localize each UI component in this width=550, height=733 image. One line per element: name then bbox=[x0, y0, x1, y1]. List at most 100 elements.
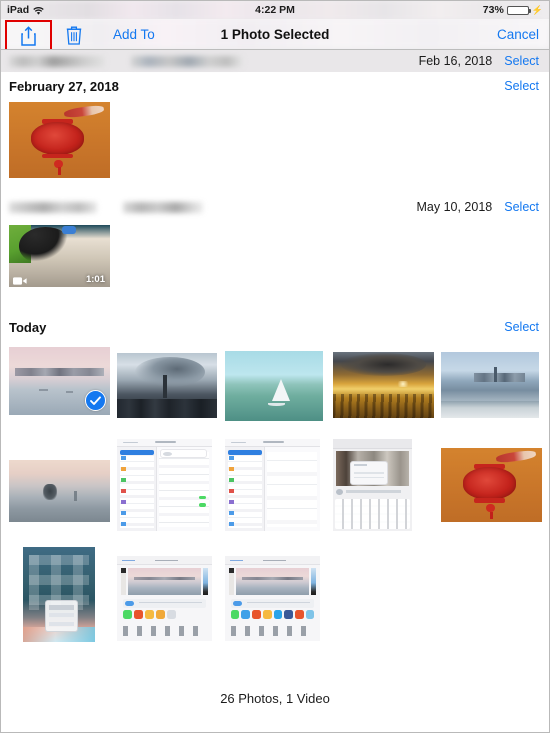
share-icon bbox=[20, 25, 37, 46]
section-header-feb-16-2018: Feb 16, 2018 Select bbox=[1, 50, 549, 72]
settings-selected-row bbox=[119, 450, 155, 455]
app-icon-orange bbox=[133, 610, 143, 620]
san-francisco-bay-photo[interactable] bbox=[441, 352, 539, 418]
shoreline-detail bbox=[441, 400, 539, 418]
onscreen-keyboard bbox=[334, 498, 411, 530]
thumbnail-row: 1:01 bbox=[1, 225, 549, 287]
grid-cell bbox=[9, 102, 117, 178]
section-title-group: Today bbox=[9, 320, 504, 335]
settings-navbar bbox=[225, 439, 320, 448]
cancel-label: Cancel bbox=[496, 27, 539, 42]
settings-screenshot-2[interactable] bbox=[225, 439, 320, 531]
thumbnail-row bbox=[1, 439, 549, 531]
section-select-button[interactable]: Select bbox=[504, 79, 539, 93]
filmstrip-left bbox=[120, 567, 127, 596]
boat-detail bbox=[65, 391, 73, 394]
lantern-cap-bottom bbox=[42, 153, 73, 159]
settings-screenshot-1[interactable] bbox=[117, 439, 212, 531]
selection-title-label: 1 Photo Selected bbox=[220, 27, 330, 42]
foggy-boat-photo[interactable] bbox=[9, 460, 110, 522]
thumbnail-row bbox=[1, 102, 549, 178]
photo-preview bbox=[128, 567, 201, 596]
section-title: February 27, 2018 bbox=[9, 78, 119, 94]
settings-account-card bbox=[159, 449, 208, 459]
section-title-redacted bbox=[9, 201, 97, 213]
home-screen-screenshot[interactable] bbox=[23, 547, 95, 642]
grid-cell bbox=[441, 347, 549, 421]
app-icon-notes bbox=[262, 610, 272, 620]
grid-cell bbox=[225, 439, 333, 531]
storm-over-city-photo[interactable] bbox=[117, 353, 217, 418]
video-duration-label: 1:01 bbox=[85, 274, 105, 285]
share-action-row bbox=[230, 625, 315, 636]
red-lantern-photo-2[interactable] bbox=[441, 448, 542, 522]
section-date: Feb 16, 2018 bbox=[418, 54, 493, 68]
bay-skyline-pink-photo[interactable] bbox=[9, 347, 110, 415]
share-sheet-screenshot-1[interactable] bbox=[117, 556, 212, 641]
share-app-row bbox=[122, 610, 207, 622]
selection-toolbar: Add To 1 Photo Selected Cancel bbox=[1, 19, 549, 50]
lantern-tail bbox=[57, 167, 61, 175]
section-header-today: Today Select bbox=[1, 313, 549, 341]
app-icon-blue bbox=[305, 610, 315, 620]
dark-cloud-detail bbox=[341, 353, 426, 376]
section-title-group: February 27, 2018 bbox=[9, 79, 504, 94]
sun-detail bbox=[395, 381, 410, 387]
section-select-button[interactable]: Select bbox=[504, 320, 539, 334]
selected-checkmark-badge[interactable] bbox=[85, 390, 106, 411]
selection-title: 1 Photo Selected bbox=[1, 19, 549, 49]
lantern-hand-detail bbox=[495, 449, 537, 465]
cancel-button[interactable]: Cancel bbox=[496, 19, 539, 49]
status-bar-right: 73% ⚡ bbox=[483, 1, 543, 19]
library-count-label: 26 Photos, 1 Video bbox=[220, 691, 330, 706]
red-lantern-photo[interactable] bbox=[9, 102, 110, 178]
section-title: Today bbox=[9, 319, 47, 335]
app-icon-red bbox=[294, 610, 304, 620]
messages-avatar bbox=[336, 488, 344, 496]
app-icon-messages bbox=[122, 610, 132, 620]
app-icon-facebook bbox=[284, 610, 293, 620]
boat-detail bbox=[39, 389, 49, 392]
section-date: May 10, 2018 bbox=[416, 200, 493, 214]
sailboat-photo[interactable] bbox=[225, 351, 323, 421]
city-silhouette-detail bbox=[117, 398, 217, 418]
grid-cell bbox=[9, 439, 117, 531]
grid-cell bbox=[117, 547, 225, 642]
cloud-detail bbox=[135, 356, 205, 387]
lightning-bolt-icon: ⚡ bbox=[531, 4, 543, 15]
action-sheet bbox=[44, 600, 78, 633]
settings-icon-column bbox=[228, 456, 235, 529]
section-header-february-27-2018: February 27, 2018 Select bbox=[1, 72, 549, 100]
video-clip[interactable]: 1:01 bbox=[9, 225, 110, 287]
airdrop-suggestion-row bbox=[122, 599, 207, 608]
settings-toggle-on bbox=[198, 496, 207, 500]
golden-field-sunset-photo[interactable] bbox=[333, 352, 434, 418]
share-app-row bbox=[230, 610, 315, 622]
ipad-photos-screen: iPad 4:22 PM 73% ⚡ Add To 1 Photo Select… bbox=[0, 0, 550, 733]
photo-library-scroll-area[interactable]: Feb 16, 2018 Select February 27, 2018 Se… bbox=[1, 50, 549, 732]
share-sheet-screenshot-2[interactable] bbox=[225, 556, 320, 641]
messages-keyboard-screenshot[interactable] bbox=[333, 439, 412, 531]
share-action-row bbox=[122, 625, 207, 636]
grid-cell bbox=[117, 347, 225, 421]
section-select-button[interactable]: Select bbox=[504, 54, 539, 68]
grid-cell bbox=[9, 547, 117, 642]
thumbnail-row bbox=[1, 547, 549, 642]
share-button[interactable] bbox=[5, 20, 52, 49]
lantern-hand-detail bbox=[63, 103, 105, 119]
status-bar-clock: 4:22 PM bbox=[255, 4, 295, 16]
grid-cell bbox=[333, 439, 441, 531]
airdrop-suggestion-row bbox=[230, 599, 315, 608]
hull-detail bbox=[268, 402, 285, 407]
app-icon-orange bbox=[252, 610, 261, 620]
grid-cell bbox=[225, 547, 333, 642]
field-rows-detail bbox=[333, 394, 434, 418]
boat-detail bbox=[43, 483, 58, 500]
section-location-redacted bbox=[123, 201, 203, 213]
settings-selected-row bbox=[227, 450, 263, 455]
video-camera-icon bbox=[13, 273, 27, 285]
grid-cell bbox=[333, 347, 441, 421]
tower-detail bbox=[493, 366, 498, 383]
app-icon-twitter bbox=[273, 610, 283, 620]
section-select-button[interactable]: Select bbox=[504, 200, 539, 214]
